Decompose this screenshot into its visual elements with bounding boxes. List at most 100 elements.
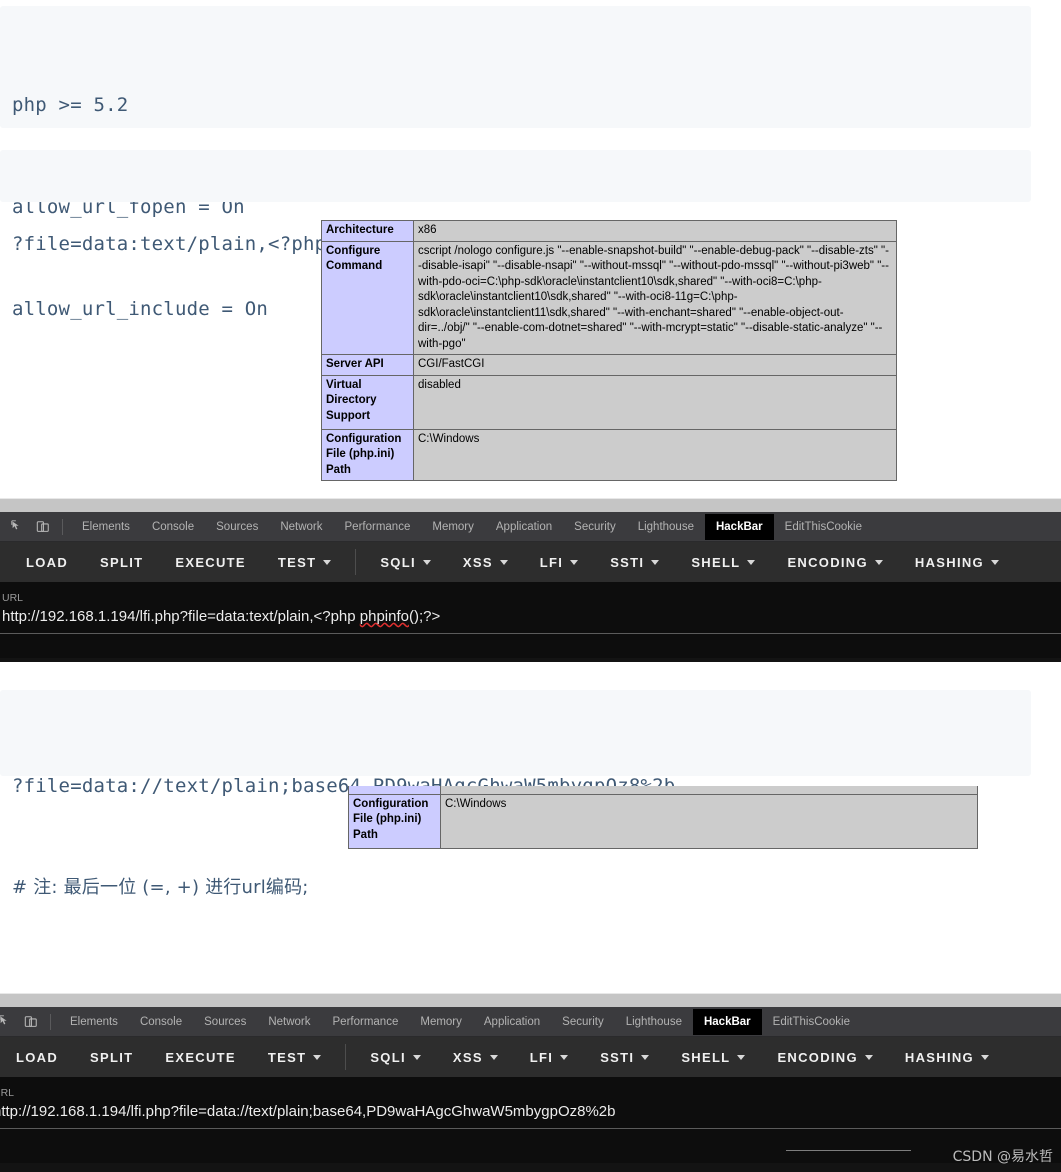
hackbar-encoding-menu[interactable]: ENCODING [761,1050,888,1065]
hackbar-button-label: EXECUTE [175,554,246,570]
hackbar-button-label: SPLIT [90,1049,134,1065]
tab-hackbar[interactable]: HackBar [692,1008,762,1035]
device-toolbar-icon[interactable] [18,1010,44,1034]
chevron-down-icon [313,1054,322,1060]
horizontal-scrollbar-2[interactable] [0,993,1061,1007]
tab-hackbar[interactable]: HackBar [704,513,774,540]
tab-console[interactable]: Console [141,514,205,540]
phpinfo-key: Configuration File (php.ini) Path [321,428,414,481]
tab-security[interactable]: Security [551,1009,615,1035]
hackbar-button-label: SQLI [370,1049,406,1065]
devtools-panel-1: Elements Console Sources Network Perform… [0,512,1061,662]
phpinfo-value: C:\Windows [413,428,897,481]
tab-editthiscookie[interactable]: EditThisCookie [774,514,873,540]
url-field-label: URL [2,592,24,604]
hackbar-test-menu[interactable]: TEST [262,555,347,570]
phpinfo-value: CGI/FastCGI [413,354,897,376]
tab-elements[interactable]: Elements [59,1009,129,1035]
tab-sources[interactable]: Sources [205,514,269,540]
devtools-tab-bar: Elements Console Sources Network Perform… [0,1007,1061,1037]
tab-lighthouse[interactable]: Lighthouse [615,1009,693,1035]
phpinfo-table: Architecture x86 Configure Command cscri… [321,220,897,481]
devtools-tab-bar: Elements Console Sources Network Perform… [0,512,1061,542]
hackbar-button-label: TEST [267,1049,307,1065]
hackbar-sqli-menu[interactable]: SQLI [354,1050,437,1065]
code-block-php-requirements: php >= 5.2 allow_url_fopen = On allow_ur… [0,6,1031,320]
horizontal-scrollbar-1[interactable] [0,498,1061,512]
toolbar-divider [62,518,63,535]
tab-sources[interactable]: Sources [193,1009,257,1035]
hackbar-divider [355,549,357,575]
url-text-tail: ();?> [409,608,441,625]
tab-security[interactable]: Security [563,514,627,540]
hackbar-load-button[interactable]: LOAD [0,1050,74,1065]
chevron-down-icon [489,1054,498,1060]
phpinfo-value: C:\Windows [440,793,978,849]
tab-console[interactable]: Console [129,1009,193,1035]
table-row: Virtual Directory Support disabled [321,374,897,430]
tab-editthiscookie[interactable]: EditThisCookie [762,1009,861,1035]
chevron-down-icon [570,559,579,565]
hackbar-button-label: EXECUTE [165,1049,236,1065]
inspect-element-icon[interactable] [4,515,30,539]
hackbar-hashing-menu[interactable]: HASHING [899,555,1015,570]
tab-elements[interactable]: Elements [71,514,141,540]
hackbar-lfi-menu[interactable]: LFI [514,1050,584,1065]
tab-application[interactable]: Application [473,1009,551,1035]
hackbar-xss-menu[interactable]: XSS [437,1050,514,1065]
phpinfo-value: disabled [440,786,978,795]
inspect-element-icon[interactable] [0,1010,18,1034]
url-input-2[interactable]: http://192.168.1.194/lfi.php?file=data:/… [0,1100,1061,1124]
hackbar-hashing-menu[interactable]: HASHING [889,1050,1005,1065]
url-input-1[interactable]: http://192.168.1.194/lfi.php?file=data:t… [0,605,1061,629]
hackbar-button-label: ENCODING [787,554,868,570]
phpinfo-value: disabled [413,374,897,430]
tab-memory[interactable]: Memory [409,1009,473,1035]
chevron-down-icon [980,1054,989,1060]
hackbar-split-button[interactable]: SPLIT [84,555,159,570]
hackbar-shell-menu[interactable]: SHELL [665,1050,761,1065]
url-field-label: URL [0,1087,15,1099]
tab-network[interactable]: Network [269,514,333,540]
chevron-down-icon [737,1054,746,1060]
device-toolbar-icon[interactable] [30,515,56,539]
tab-memory[interactable]: Memory [421,514,485,540]
tab-application[interactable]: Application [485,514,563,540]
hackbar-shell-menu[interactable]: SHELL [675,555,771,570]
tab-performance[interactable]: Performance [334,514,422,540]
phpinfo-key: Virtual Directory Support [348,786,441,795]
hackbar-encoding-menu[interactable]: ENCODING [771,555,898,570]
hackbar-ssti-menu[interactable]: SSTI [584,1050,665,1065]
tab-performance[interactable]: Performance [322,1009,410,1035]
hackbar-button-label: TEST [277,554,317,570]
hackbar-button-label: SQLI [380,554,416,570]
screenshot-page: php >= 5.2 allow_url_fopen = On allow_ur… [0,0,1061,1172]
phpinfo-key: Server API [321,354,414,376]
tab-network[interactable]: Network [257,1009,321,1035]
hackbar-lfi-menu[interactable]: LFI [524,555,594,570]
watermark-csdn: CSDN @易水哲 [952,1149,1053,1165]
hackbar-split-button[interactable]: SPLIT [74,1050,149,1065]
hackbar-execute-button[interactable]: EXECUTE [159,555,262,570]
hackbar-test-menu[interactable]: TEST [252,1050,337,1065]
hackbar-sqli-menu[interactable]: SQLI [364,555,447,570]
hackbar-divider [345,1044,347,1070]
hackbar-button-label: HASHING [904,1049,974,1065]
phpinfo-key: Virtual Directory Support [321,374,414,430]
watermark-rule [786,1150,911,1151]
hackbar-toolbar: LOAD SPLIT EXECUTE TEST SQLI XSS LFI SST… [0,542,1061,582]
table-row: Virtual Directory Support disabled [348,786,978,795]
tab-lighthouse[interactable]: Lighthouse [627,514,705,540]
hackbar-load-button[interactable]: LOAD [10,555,84,570]
hackbar-toolbar: LOAD SPLIT EXECUTE TEST SQLI XSS LFI SST… [0,1037,1061,1077]
hackbar-button-label: XSS [462,554,493,570]
hackbar-ssti-menu[interactable]: SSTI [594,555,675,570]
phpinfo-output-table-2: Configure Command cscript /nologo config… [348,786,980,997]
hackbar-xss-menu[interactable]: XSS [447,555,524,570]
url-input-underline [0,633,1061,634]
url-text-misspelled: phpinfo [359,608,409,625]
hackbar-execute-button[interactable]: EXECUTE [149,1050,252,1065]
chevron-down-icon [651,559,660,565]
url-input-underline [0,1128,1061,1129]
phpinfo-value: x86 [413,220,897,242]
